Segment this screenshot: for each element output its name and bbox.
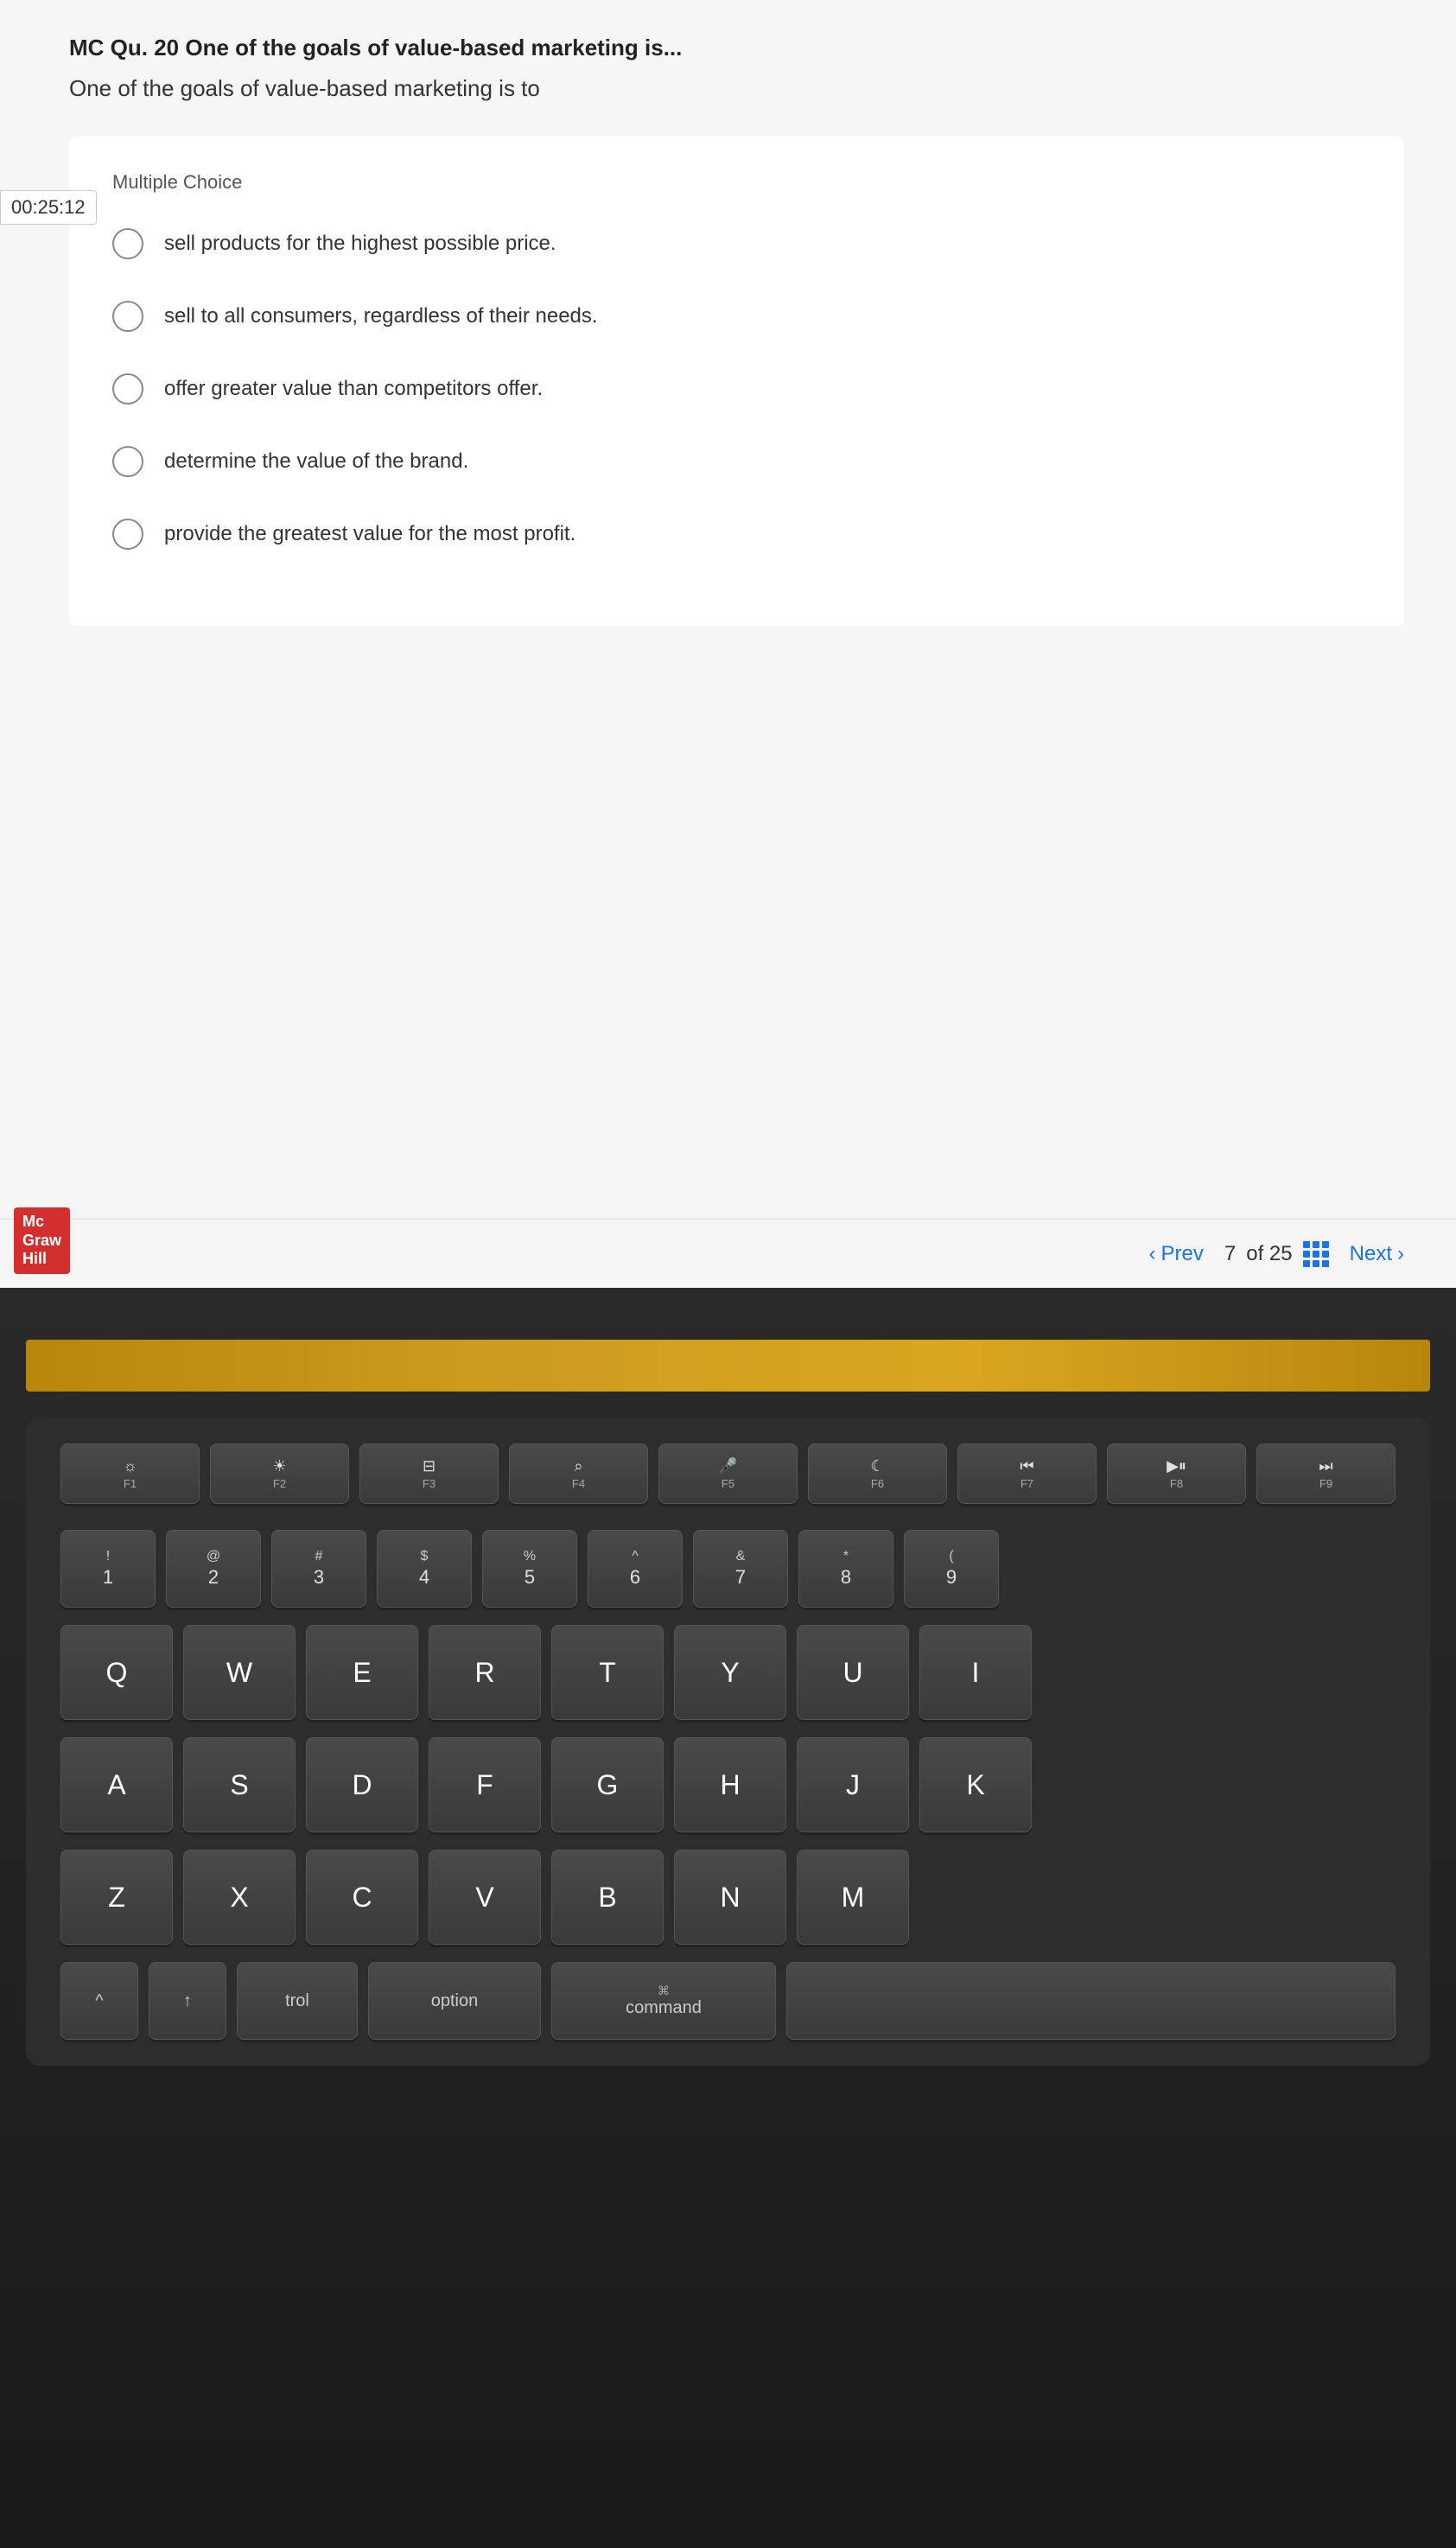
key-shift-left[interactable]: ^ [60, 1962, 138, 2040]
radio-option-5[interactable] [112, 519, 143, 550]
key-y[interactable]: Y [674, 1625, 786, 1720]
key-spacebar[interactable] [786, 1962, 1396, 2040]
option-text-1: sell products for the highest possible p… [164, 232, 556, 256]
key-h[interactable]: H [674, 1737, 786, 1832]
keyboard-container: ☼ F1 ☀ F2 ⊟ F3 ⌕ F4 🎤 F5 ☾ F6 [26, 1417, 1430, 2066]
prev-button[interactable]: ‹ Prev [1149, 1242, 1204, 1266]
answer-type-label: Multiple Choice [112, 171, 1361, 194]
key-f2[interactable]: ☀ F2 [210, 1443, 349, 1504]
key-r[interactable]: R [429, 1625, 541, 1720]
key-c[interactable]: C [306, 1850, 418, 1945]
do-not-disturb-icon: ☾ [870, 1457, 884, 1475]
key-f1[interactable]: ☼ F1 [60, 1443, 200, 1504]
key-4[interactable]: $ 4 [377, 1530, 472, 1608]
fast-forward-icon: ⏭ [1319, 1457, 1332, 1475]
key-f[interactable]: F [429, 1737, 541, 1832]
key-w[interactable]: W [183, 1625, 296, 1720]
key-t[interactable]: T [551, 1625, 664, 1720]
quiz-section: 00:25:12 MC Qu. 20 One of the goals of v… [0, 0, 1456, 1288]
keyboard-top-bar [26, 1340, 1430, 1392]
radio-option-4[interactable] [112, 446, 143, 477]
question-number: MC Qu. 20 One of the goals of value-base… [69, 35, 1404, 61]
page-info: 7 of 25 [1224, 1241, 1329, 1267]
key-f3[interactable]: ⊟ F3 [359, 1443, 499, 1504]
option-text-4: determine the value of the brand. [164, 449, 468, 474]
key-5[interactable]: % 5 [482, 1530, 577, 1608]
quiz-footer: Mc Graw Hill ‹ Prev 7 of 25 Next › [0, 1219, 1456, 1288]
key-up-arrow[interactable]: ↑ [149, 1962, 226, 2040]
key-6[interactable]: ^ 6 [588, 1530, 683, 1608]
option-row-2[interactable]: sell to all consumers, regardless of the… [112, 301, 1361, 332]
option-row-3[interactable]: offer greater value than competitors off… [112, 373, 1361, 404]
option-text-2: sell to all consumers, regardless of the… [164, 304, 598, 328]
question-text: One of the goals of value-based marketin… [69, 75, 1404, 102]
brightness-low-icon: ☼ [123, 1457, 137, 1475]
number-row: ! 1 @ 2 # 3 $ 4 % 5 ^ 6 [60, 1530, 1396, 1608]
key-option[interactable]: option [368, 1962, 541, 2040]
key-f6[interactable]: ☾ F6 [808, 1443, 947, 1504]
next-button[interactable]: Next › [1350, 1242, 1404, 1266]
key-x[interactable]: X [183, 1850, 296, 1945]
key-u[interactable]: U [797, 1625, 909, 1720]
current-page: 7 [1224, 1242, 1236, 1266]
key-1[interactable]: ! 1 [60, 1530, 156, 1608]
key-f4[interactable]: ⌕ F4 [509, 1443, 648, 1504]
key-f9[interactable]: ⏭ F9 [1256, 1443, 1396, 1504]
mcgrawhill-logo: Mc Graw Hill [14, 1207, 70, 1274]
key-2[interactable]: @ 2 [166, 1530, 261, 1608]
key-8[interactable]: * 8 [798, 1530, 893, 1608]
up-arrow-icon: ↑ [183, 1991, 192, 2011]
key-g[interactable]: G [551, 1737, 664, 1832]
key-ctrl[interactable]: trol [237, 1962, 358, 2040]
keyboard-section: ☼ F1 ☀ F2 ⊟ F3 ⌕ F4 🎤 F5 ☾ F6 [0, 1288, 1456, 2548]
mission-control-icon: ⊟ [423, 1457, 436, 1475]
key-d[interactable]: D [306, 1737, 418, 1832]
option-row-5[interactable]: provide the greatest value for the most … [112, 519, 1361, 550]
key-j[interactable]: J [797, 1737, 909, 1832]
key-i[interactable]: I [919, 1625, 1032, 1720]
radio-option-2[interactable] [112, 301, 143, 332]
z-row: Z X C V B N M [60, 1850, 1396, 1945]
key-z[interactable]: Z [60, 1850, 173, 1945]
option-row-1[interactable]: sell products for the highest possible p… [112, 228, 1361, 259]
brightness-high-icon: ☀ [272, 1457, 286, 1475]
function-row: ☼ F1 ☀ F2 ⊟ F3 ⌕ F4 🎤 F5 ☾ F6 [60, 1443, 1396, 1504]
key-s[interactable]: S [183, 1737, 296, 1832]
key-3[interactable]: # 3 [271, 1530, 366, 1608]
key-f5[interactable]: 🎤 F5 [658, 1443, 798, 1504]
key-b[interactable]: B [551, 1850, 664, 1945]
key-9[interactable]: ( 9 [904, 1530, 999, 1608]
key-v[interactable]: V [429, 1850, 541, 1945]
key-7[interactable]: & 7 [693, 1530, 788, 1608]
option-text-5: provide the greatest value for the most … [164, 522, 575, 546]
key-k[interactable]: K [919, 1737, 1032, 1832]
total-pages: of 25 [1246, 1242, 1292, 1266]
key-a[interactable]: A [60, 1737, 173, 1832]
shift-left-icon: ^ [95, 1991, 103, 2011]
modifier-row: ^ ↑ trol option ⌘ command [60, 1962, 1396, 2040]
radio-option-3[interactable] [112, 373, 143, 404]
radio-option-1[interactable] [112, 228, 143, 259]
a-row: A S D F G H J K [60, 1737, 1396, 1832]
answer-card: Multiple Choice sell products for the hi… [69, 137, 1404, 626]
option-text-3: offer greater value than competitors off… [164, 377, 543, 401]
rewind-icon: ⏮ [1020, 1457, 1033, 1475]
option-row-4[interactable]: determine the value of the brand. [112, 446, 1361, 477]
timer-badge: 00:25:12 [0, 190, 97, 225]
key-m[interactable]: M [797, 1850, 909, 1945]
key-q[interactable]: Q [60, 1625, 173, 1720]
key-n[interactable]: N [674, 1850, 786, 1945]
play-pause-icon: ▶⏸ [1167, 1457, 1186, 1475]
microphone-icon: 🎤 [718, 1457, 737, 1475]
key-command[interactable]: ⌘ command [551, 1962, 776, 2040]
grid-view-icon[interactable] [1303, 1241, 1329, 1267]
q-row: Q W E R T Y U I [60, 1625, 1396, 1720]
key-f7[interactable]: ⏮ F7 [957, 1443, 1097, 1504]
next-arrow-icon: › [1397, 1242, 1404, 1266]
key-f8[interactable]: ▶⏸ F8 [1107, 1443, 1246, 1504]
key-e[interactable]: E [306, 1625, 418, 1720]
prev-arrow-icon: ‹ [1149, 1242, 1156, 1266]
search-icon: ⌕ [574, 1457, 582, 1475]
